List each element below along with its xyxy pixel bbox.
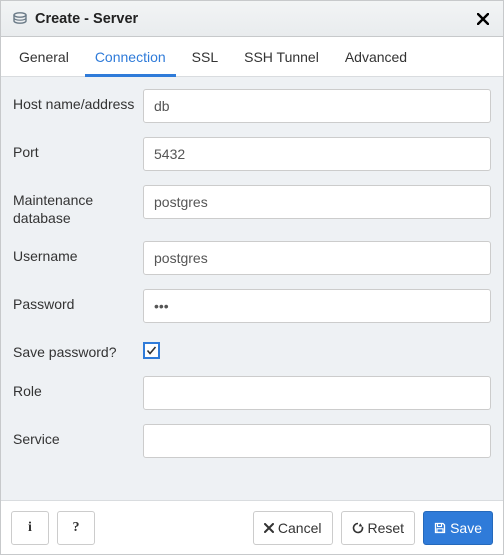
row-username: Username	[13, 241, 491, 275]
tab-general[interactable]: General	[9, 37, 79, 77]
port-input[interactable]	[143, 137, 491, 171]
form-body: Host name/address Port Maintenance datab…	[1, 77, 503, 500]
cancel-label: Cancel	[278, 520, 322, 536]
save-password-checkbox[interactable]	[143, 342, 160, 359]
server-icon	[11, 10, 29, 28]
check-icon	[146, 345, 157, 356]
label-password: Password	[13, 289, 143, 313]
username-input[interactable]	[143, 241, 491, 275]
row-save-password: Save password?	[13, 337, 491, 361]
host-input[interactable]	[143, 89, 491, 123]
row-host: Host name/address	[13, 89, 491, 123]
maintenance-db-input[interactable]	[143, 185, 491, 219]
tab-ssl[interactable]: SSL	[182, 37, 228, 77]
close-icon	[477, 13, 489, 25]
titlebar: Create - Server	[1, 1, 503, 37]
row-role: Role	[13, 376, 491, 410]
tab-ssh-tunnel[interactable]: SSH Tunnel	[234, 37, 329, 77]
service-input[interactable]	[143, 424, 491, 458]
create-server-dialog: Create - Server General Connection SSL S…	[0, 0, 504, 555]
label-port: Port	[13, 137, 143, 161]
label-maintenance-db: Maintenance database	[13, 185, 143, 227]
role-input[interactable]	[143, 376, 491, 410]
label-role: Role	[13, 376, 143, 400]
help-button[interactable]: ?	[57, 511, 95, 545]
save-label: Save	[450, 520, 482, 536]
password-input[interactable]	[143, 289, 491, 323]
reset-label: Reset	[368, 520, 405, 536]
label-save-password: Save password?	[13, 337, 143, 361]
reset-icon	[352, 522, 364, 534]
info-button[interactable]: i	[11, 511, 49, 545]
label-username: Username	[13, 241, 143, 265]
row-maintenance-db: Maintenance database	[13, 185, 491, 227]
label-service: Service	[13, 424, 143, 448]
cancel-icon	[264, 523, 274, 533]
save-button[interactable]: Save	[423, 511, 493, 545]
row-service: Service	[13, 424, 491, 458]
tab-connection[interactable]: Connection	[85, 37, 176, 77]
row-password: Password	[13, 289, 491, 323]
cancel-button[interactable]: Cancel	[253, 511, 333, 545]
close-button[interactable]	[473, 9, 493, 29]
footer: i ? Cancel Reset	[1, 500, 503, 554]
tabs: General Connection SSL SSH Tunnel Advanc…	[1, 37, 503, 77]
save-icon	[434, 522, 446, 534]
row-port: Port	[13, 137, 491, 171]
tab-advanced[interactable]: Advanced	[335, 37, 417, 77]
reset-button[interactable]: Reset	[341, 511, 416, 545]
label-host: Host name/address	[13, 89, 143, 113]
dialog-title: Create - Server	[35, 11, 473, 27]
